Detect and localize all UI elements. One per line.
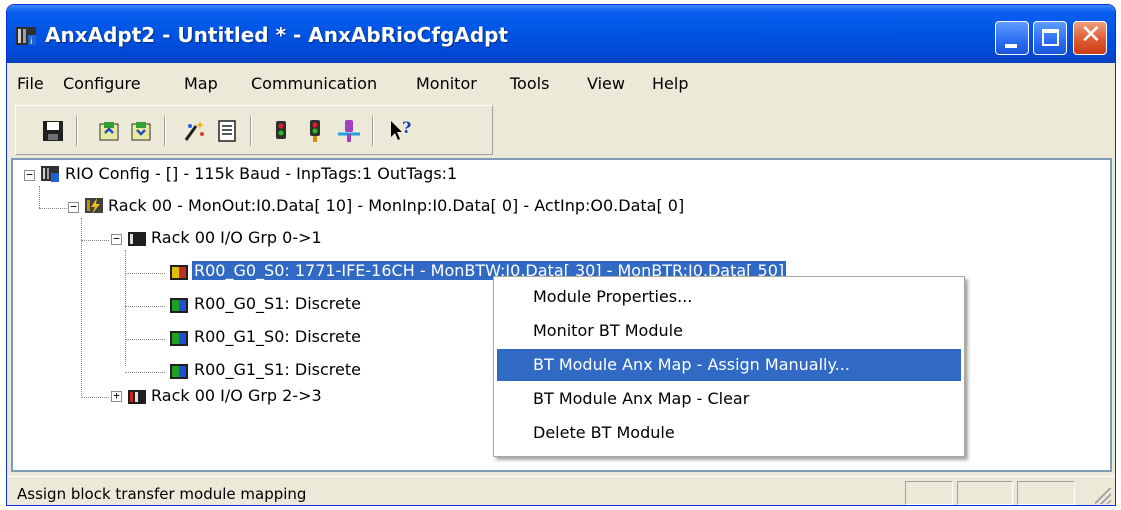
tree-node-module-r00-g1-s1[interactable]: R00_G1_S1: Discrete [194,360,361,379]
tree-connector [125,339,165,340]
io-group-icon [128,390,146,404]
tree-expander[interactable]: − [24,169,35,181]
tree-node-module-r00-g0-s1[interactable]: R00_G0_S1: Discrete [194,294,361,313]
discrete-module-icon [170,331,188,346]
minimize-button[interactable] [995,21,1029,55]
context-help-icon[interactable]: ? [388,118,414,144]
window-title: AnxAdpt2 - Untitled * - AnxAbRioCfgAdpt [45,23,509,47]
context-menu: Module Properties... Monitor BT Module B… [493,276,965,457]
resize-grip-icon[interactable] [1095,488,1111,504]
status-panel [905,481,953,505]
tree-node-io-group-2-3[interactable]: Rack 00 I/O Grp 2->3 [151,386,322,405]
tree-node-rack[interactable]: Rack 00 - MonOut:I0.Data[ 10] - MonInp:I… [108,196,684,215]
menu-map[interactable]: Map [184,74,218,93]
connect-icon[interactable] [268,118,294,144]
tree-connector [81,397,109,398]
tree-expander[interactable]: − [68,201,79,213]
title-bar[interactable]: i AnxAdpt2 - Untitled * - AnxAbRioCfgAdp… [7,5,1115,63]
monitor-icon[interactable] [302,118,328,144]
app-rack-icon: i [16,27,36,47]
menu-view[interactable]: View [587,74,625,93]
svg-text:?: ? [402,118,411,137]
tree-node-module-r00-g1-s0[interactable]: R00_G1_S0: Discrete [194,327,361,346]
maximize-icon [1042,29,1059,46]
tree-connector [125,250,126,366]
wizard-icon[interactable] [182,118,208,144]
menu-item-delete-bt-module[interactable]: Delete BT Module [497,417,961,449]
toolbar-separator [372,116,374,146]
menu-bar: File Configure Map Communication Monitor… [7,65,1115,101]
toolbar-separator [164,116,166,146]
io-group-icon [128,232,146,246]
status-bar: Assign block transfer module mapping [7,476,1115,505]
menu-item-monitor-bt-module[interactable]: Monitor BT Module [497,315,961,347]
menu-monitor[interactable]: Monitor [416,74,477,93]
app-window: i AnxAdpt2 - Untitled * - AnxAbRioCfgAdp… [6,4,1116,506]
menu-configure[interactable]: Configure [63,74,141,93]
document-icon[interactable] [214,118,240,144]
menu-item-module-properties[interactable]: Module Properties... [497,281,961,313]
tree-expander[interactable]: − [111,233,122,245]
tree-connector [125,372,165,373]
download-icon[interactable] [128,118,154,144]
discrete-module-icon [170,364,188,379]
disconnect-icon[interactable] [336,118,362,144]
minimize-icon [1005,44,1017,48]
bt-module-icon [170,265,188,280]
discrete-module-icon [170,298,188,313]
toolbar: ? [15,105,493,155]
toolbar-separator [76,116,78,146]
tree-connector [81,218,82,398]
rio-config-icon [41,166,59,182]
status-text: Assign block transfer module mapping [17,485,307,503]
tree-node-rio-config[interactable]: RIO Config - [] - 115k Baud - InpTags:1 … [65,164,457,183]
menu-item-clear-map[interactable]: BT Module Anx Map - Clear [497,383,961,415]
rack-icon [85,198,103,214]
status-panel [1017,481,1075,505]
svg-text:i: i [30,37,33,47]
upload-icon[interactable] [96,118,122,144]
menu-file[interactable]: File [17,74,44,93]
menu-tools[interactable]: Tools [510,74,549,93]
tree-connector [125,306,165,307]
menu-communication[interactable]: Communication [251,74,377,93]
tree-connector [81,240,109,241]
close-button[interactable]: ✕ [1073,20,1107,55]
tree-connector [39,186,40,208]
toolbar-separator [250,116,252,146]
tree-node-io-group-0-1[interactable]: Rack 00 I/O Grp 0->1 [151,228,322,247]
maximize-button[interactable] [1033,21,1067,55]
menu-help[interactable]: Help [652,74,688,93]
tree-connector [39,208,69,209]
close-icon: ✕ [1080,20,1102,50]
save-icon[interactable] [40,118,66,144]
status-panel [957,481,1013,505]
menu-item-assign-manually[interactable]: BT Module Anx Map - Assign Manually... [497,349,961,381]
tree-expander[interactable]: + [111,390,122,402]
tree-connector [125,273,165,274]
